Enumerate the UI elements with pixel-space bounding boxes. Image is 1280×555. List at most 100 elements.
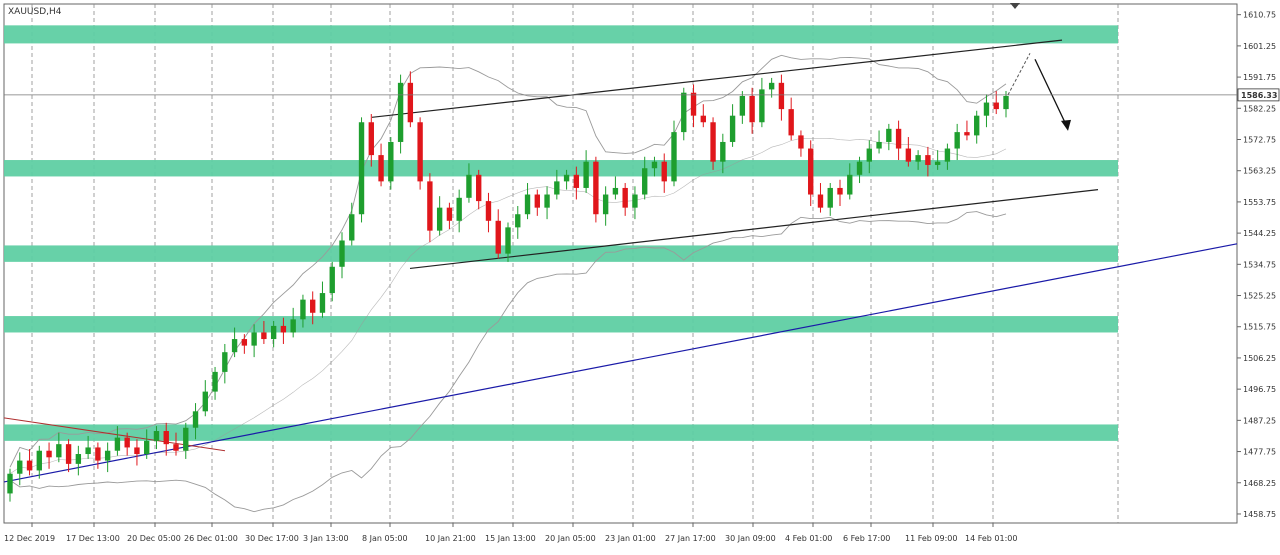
candle-body xyxy=(612,187,619,195)
x-tick-label: 20 Jan 05:00 xyxy=(545,534,596,543)
candle-body xyxy=(788,109,794,136)
chart-svg[interactable]: 1610.75 1601.25 1591.75 1582.25 1572.75 1563.… xyxy=(0,0,1280,551)
candle-body xyxy=(144,440,150,455)
support-resistance-zone xyxy=(4,160,1118,177)
candle-body xyxy=(95,447,101,461)
candle-body xyxy=(759,89,765,123)
candle-body xyxy=(104,450,111,461)
candle-body xyxy=(964,132,970,136)
price-chart: 1610.75 1601.25 1591.75 1582.25 1572.75 1563.… xyxy=(0,0,1280,551)
candle-body xyxy=(954,132,960,149)
candle-body xyxy=(378,155,384,182)
candle-body xyxy=(388,141,394,182)
y-tick-label: 1515.75 xyxy=(1243,323,1276,332)
candle-body xyxy=(671,132,677,182)
x-tick-label: 4 Feb 01:00 xyxy=(785,534,832,543)
y-tick-label: 1506.25 xyxy=(1243,354,1276,363)
candle-body xyxy=(456,197,462,221)
candle-body xyxy=(495,220,501,254)
candle-body xyxy=(925,155,931,165)
candle-body xyxy=(700,115,706,123)
candle-body xyxy=(642,168,648,195)
candle-body xyxy=(1003,95,1009,110)
candle-body xyxy=(163,431,169,445)
candle-body xyxy=(417,122,423,182)
candle-body xyxy=(231,339,238,353)
candle-body xyxy=(593,161,599,215)
x-tick-label: 30 Dec 17:00 xyxy=(245,534,299,543)
candle-body xyxy=(36,450,42,471)
candle-body xyxy=(26,460,33,471)
candle-body xyxy=(358,122,365,215)
candle-body xyxy=(729,115,736,142)
x-tick-label: 27 Jan 17:00 xyxy=(665,534,716,543)
candle-body xyxy=(739,95,746,116)
y-tick-label: 1496.75 xyxy=(1243,385,1276,394)
candle-body xyxy=(661,161,667,182)
candle-body xyxy=(808,148,814,195)
support-resistance-zone xyxy=(4,424,1118,441)
candle-body xyxy=(212,371,218,392)
candle-body xyxy=(261,332,267,340)
x-tick-label: 6 Feb 17:00 xyxy=(843,534,890,543)
candle-body xyxy=(651,161,658,169)
candle-body xyxy=(554,181,560,195)
candle-body xyxy=(856,161,863,175)
candle-body xyxy=(505,227,511,254)
candle-body xyxy=(749,95,755,123)
candle-body xyxy=(192,411,199,428)
x-tick-label: 10 Jan 21:00 xyxy=(425,534,476,543)
candle-body xyxy=(993,102,999,110)
candle-body xyxy=(485,201,492,221)
y-tick-label: 1525.25 xyxy=(1243,292,1276,301)
candle-body xyxy=(436,207,443,231)
candle-body xyxy=(817,194,824,208)
candle-body xyxy=(798,135,804,149)
candle-body xyxy=(466,174,472,198)
candle-body xyxy=(544,194,550,208)
candle-body xyxy=(310,299,316,313)
support-resistance-zone xyxy=(4,245,1118,262)
x-tick-label: 15 Jan 13:00 xyxy=(485,534,536,543)
candle-body xyxy=(75,454,82,464)
candle-body xyxy=(710,122,716,162)
candle-body xyxy=(46,450,52,458)
x-tick-label: 3 Jan 13:00 xyxy=(303,534,349,543)
candle-body xyxy=(85,447,91,455)
candle-body xyxy=(427,181,433,231)
candle-body xyxy=(124,437,130,448)
candle-body xyxy=(895,128,902,149)
y-tick-label: 1534.75 xyxy=(1243,260,1276,269)
y-tick-label: 1458.75 xyxy=(1243,510,1276,519)
y-tick-label: 1468.25 xyxy=(1243,479,1276,488)
candle-body xyxy=(173,444,179,451)
x-axis: 12 Dec 2019 17 Dec 13:00 20 Dec 05:00 26 De… xyxy=(4,523,1017,543)
x-tick-label: 11 Feb 09:00 xyxy=(905,534,957,543)
candle-body xyxy=(534,194,540,208)
candle-body xyxy=(905,148,912,162)
y-tick-label: 1553.75 xyxy=(1243,198,1276,207)
candle-body xyxy=(407,82,414,123)
candle-body xyxy=(290,319,296,333)
candle-body xyxy=(974,115,980,136)
candle-body xyxy=(778,82,785,110)
candle-body xyxy=(524,194,531,215)
candle-body xyxy=(446,207,453,221)
candle-body xyxy=(251,332,257,346)
candle-body xyxy=(329,266,335,294)
candle-body xyxy=(915,155,921,162)
support-resistance-zone xyxy=(4,25,1118,44)
candle-body xyxy=(681,92,687,133)
candle-body xyxy=(476,174,482,202)
x-tick-label: 26 Dec 01:00 xyxy=(184,534,238,543)
candle-body xyxy=(573,174,580,188)
candle-body xyxy=(837,187,843,195)
symbol-label: XAUUSD,H4 xyxy=(8,7,62,17)
y-tick-label: 1591.75 xyxy=(1243,73,1276,82)
candle-body xyxy=(583,161,589,188)
candle-body xyxy=(886,128,892,142)
candle-body xyxy=(134,447,140,455)
candle-body xyxy=(241,339,248,346)
candle-body xyxy=(847,174,853,195)
candle-body xyxy=(632,194,638,208)
